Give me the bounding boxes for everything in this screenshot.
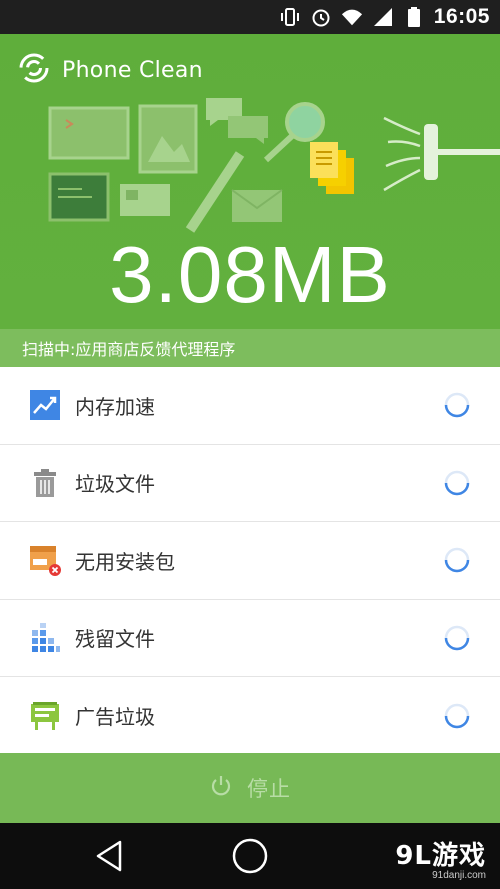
navigation-bar: 9L游戏 91danji.com <box>0 823 500 889</box>
app-logo-icon <box>18 52 50 88</box>
loading-spinner-icon <box>444 470 470 495</box>
loading-spinner-icon <box>444 703 470 728</box>
item-label: 内存加速 <box>75 394 155 419</box>
apk-package-icon <box>28 543 62 577</box>
list-item-memory-boost[interactable]: 内存加速 <box>0 367 500 445</box>
loading-spinner-icon <box>444 393 470 418</box>
item-label: 广告垃圾 <box>75 705 155 730</box>
home-icon[interactable] <box>231 837 269 875</box>
item-label: 无用安装包 <box>75 549 175 574</box>
item-label: 残留文件 <box>75 627 155 652</box>
back-icon[interactable] <box>92 838 128 874</box>
signal-icon <box>372 6 394 28</box>
loading-spinner-icon <box>444 625 470 650</box>
ad-junk-icon <box>28 699 62 733</box>
scan-status: 扫描中:应用商店反馈代理程序 <box>0 329 500 367</box>
loading-spinner-icon <box>444 548 470 573</box>
list-item-obsolete-apk[interactable]: 无用安装包 <box>0 522 500 600</box>
alarm-icon <box>310 6 332 28</box>
list-item-residual-files[interactable]: 残留文件 <box>0 599 500 677</box>
scan-category-list: 内存加速 垃圾文件 无用安装包 残留文件 广告垃圾 <box>0 367 500 755</box>
scan-header: Phone Clean 3.08MB <box>0 34 500 329</box>
status-bar: 16:05 <box>0 0 500 34</box>
memory-boost-icon <box>28 388 62 422</box>
residual-files-icon <box>28 621 62 655</box>
list-item-junk-files[interactable]: 垃圾文件 <box>0 444 500 522</box>
watermark: 9L游戏 91danji.com <box>395 835 486 881</box>
list-item-ad-junk[interactable]: 广告垃圾 <box>0 677 500 755</box>
app-bar: Phone Clean <box>18 52 203 88</box>
battery-icon <box>403 6 425 28</box>
watermark-logo-text: 9L游戏 <box>395 841 486 871</box>
stop-button[interactable]: 停止 <box>0 753 500 823</box>
stop-button-label: 停止 <box>247 777 291 801</box>
wifi-icon <box>341 6 363 28</box>
status-time: 16:05 <box>433 5 490 28</box>
app-title: Phone Clean <box>62 57 203 83</box>
item-label: 垃圾文件 <box>75 472 155 497</box>
junk-size: 3.08MB <box>109 230 391 319</box>
power-icon <box>209 774 233 802</box>
trash-can-icon <box>28 466 62 500</box>
vibrate-icon <box>279 6 301 28</box>
